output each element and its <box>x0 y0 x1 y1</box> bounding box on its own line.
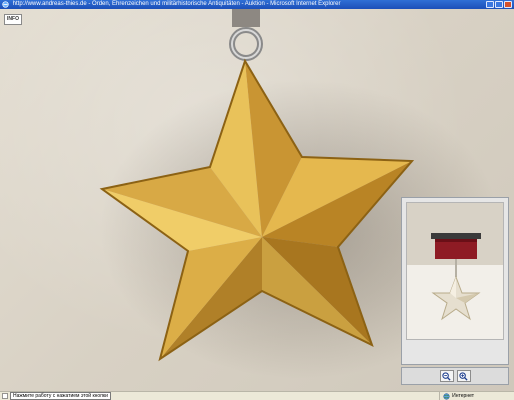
minimize-button[interactable] <box>486 1 494 8</box>
medal-thumbnail <box>407 203 503 339</box>
status-message: Нажмите работу с нажатием этой кнопки <box>10 392 111 400</box>
internet-explorer-icon <box>2 1 9 8</box>
window-titlebar: http://www.andreas-thies.de - Orden, Ehr… <box>0 0 514 9</box>
maximize-button[interactable] <box>495 1 503 8</box>
zoom-toolbar <box>401 367 509 385</box>
zoom-out-button[interactable] <box>439 370 454 382</box>
status-bar: Нажмите работу с нажатием этой кнопки Ин… <box>0 391 514 400</box>
zoom-in-button[interactable] <box>456 370 471 382</box>
status-message-area: Нажмите работу с нажатием этой кнопки <box>2 392 111 400</box>
zone-label: Интернет <box>452 393 474 399</box>
zoom-in-icon <box>459 371 468 381</box>
close-button[interactable] <box>504 1 512 8</box>
window-title: http://www.andreas-thies.de - Orden, Ehr… <box>12 1 341 7</box>
zoom-out-icon <box>442 371 451 381</box>
window-controls <box>486 1 512 8</box>
thumbnail-frame[interactable] <box>406 202 504 340</box>
thumbnail-panel <box>401 197 509 365</box>
security-zone: Интернет <box>439 392 474 400</box>
page-icon <box>2 393 8 399</box>
info-button[interactable]: INFO <box>4 14 22 25</box>
internet-zone-icon <box>443 392 450 400</box>
